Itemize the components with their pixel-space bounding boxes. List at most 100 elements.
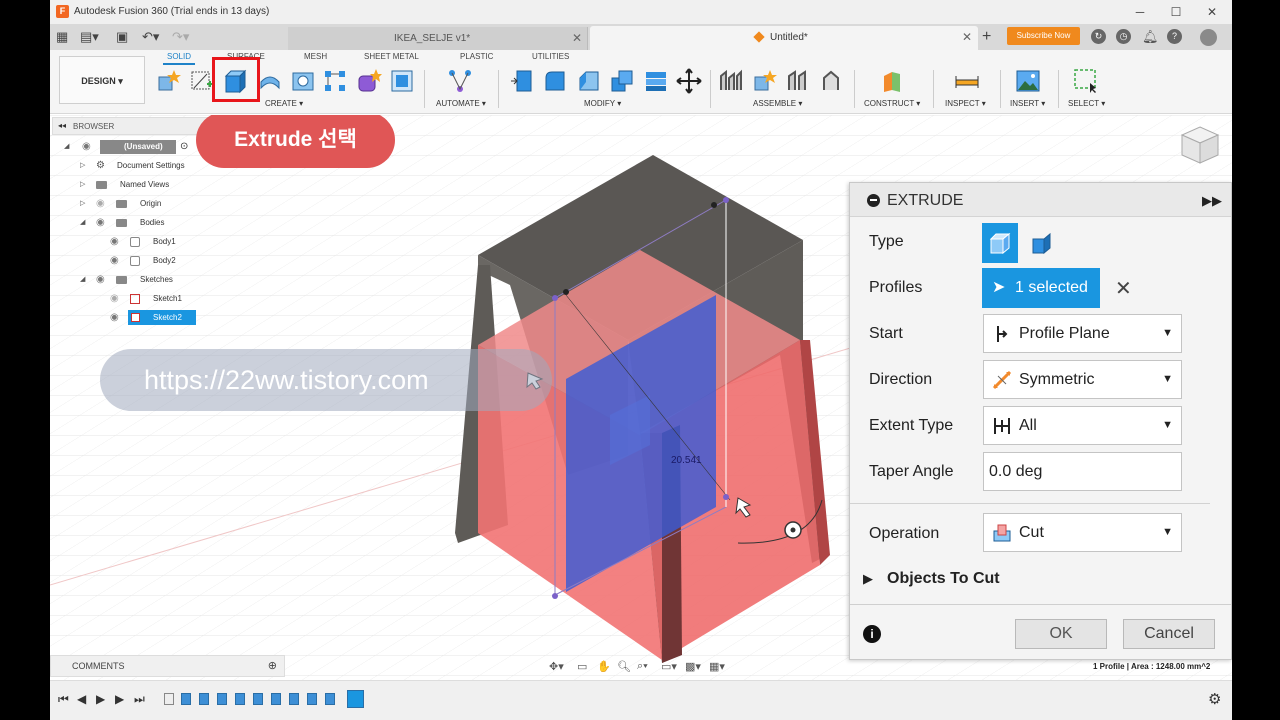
chamfer-icon[interactable]: [576, 68, 602, 94]
maximize-button[interactable]: ☐: [1164, 3, 1188, 21]
joint-origin-icon[interactable]: [818, 68, 844, 94]
sketch-point[interactable]: [711, 202, 717, 208]
combine-icon[interactable]: [643, 68, 669, 94]
select-icon[interactable]: [1073, 68, 1099, 94]
measure-icon[interactable]: [954, 68, 980, 94]
avatar[interactable]: [1200, 29, 1217, 46]
minimize-button[interactable]: ─: [1128, 3, 1152, 21]
press-pull-icon[interactable]: [509, 68, 535, 94]
gear-icon[interactable]: ⚙: [1208, 690, 1221, 708]
pattern-icon[interactable]: [322, 68, 348, 94]
new-tab-icon[interactable]: +: [982, 24, 991, 50]
viewports-icon[interactable]: ▦▾: [709, 660, 725, 673]
new-component-assemble-icon[interactable]: [751, 68, 777, 94]
profiles-selection[interactable]: ➤ 1 selected: [982, 268, 1100, 308]
eye-icon[interactable]: ◉: [110, 234, 119, 250]
look-at-icon[interactable]: ▭: [577, 660, 587, 673]
close-tab-icon[interactable]: ✕: [572, 31, 582, 45]
derive-icon[interactable]: [389, 68, 415, 94]
expand-icon[interactable]: ▷: [80, 196, 85, 212]
expand-dialog-icon[interactable]: ▶▶: [1202, 193, 1222, 209]
assemble-menu[interactable]: ASSEMBLE ▾: [753, 99, 802, 108]
modify-menu[interactable]: MODIFY ▾: [584, 99, 621, 108]
construct-plane-icon[interactable]: [880, 68, 906, 94]
tab-solid[interactable]: SOLID: [163, 52, 196, 65]
close-tab-icon[interactable]: ✕: [962, 30, 972, 44]
file-menu-icon[interactable]: ▤▾: [80, 24, 99, 50]
timeline-feature[interactable]: [289, 693, 299, 705]
dialog-header[interactable]: EXTRUDE ▶▶: [850, 183, 1231, 217]
view-cube[interactable]: [1178, 123, 1222, 167]
3d-viewport[interactable]: 20.541 ◂◂ BROWSER ◢ ◉ (Unsaved) ⊙ ▷ ⚙ Do…: [50, 115, 1232, 680]
visual-style-icon[interactable]: ▩▾: [685, 660, 701, 673]
timeline-sketch-feature[interactable]: [164, 693, 174, 705]
type-one-side-button[interactable]: [982, 223, 1018, 263]
timeline-feature[interactable]: [217, 693, 227, 705]
clear-selection-icon[interactable]: ✕: [1115, 276, 1132, 301]
extent-type-dropdown[interactable]: All ▼: [983, 406, 1182, 445]
select-menu[interactable]: SELECT ▾: [1068, 99, 1105, 108]
sketch-point[interactable]: [552, 593, 558, 599]
inspect-menu[interactable]: INSPECT ▾: [945, 99, 986, 108]
taper-angle-input[interactable]: 0.0 deg: [983, 452, 1182, 491]
eye-hidden-icon[interactable]: ◉: [110, 291, 119, 307]
construct-menu[interactable]: CONSTRUCT ▾: [864, 99, 920, 108]
undo-icon[interactable]: ↶▾: [142, 24, 159, 50]
design-workspace-button[interactable]: DESIGN ▾: [59, 56, 145, 104]
sketch-point[interactable]: [563, 289, 569, 295]
as-built-joint-icon[interactable]: [785, 68, 811, 94]
start-dropdown[interactable]: Profile Plane ▼: [983, 314, 1182, 353]
expand-icon[interactable]: ▷: [80, 177, 85, 193]
objects-to-cut-section[interactable]: ▶ Objects To Cut: [863, 569, 1063, 591]
sketch-point[interactable]: [723, 197, 729, 203]
add-comment-icon[interactable]: ⊕: [268, 659, 277, 672]
revolve-icon[interactable]: [257, 68, 283, 94]
eye-icon[interactable]: ◉: [110, 253, 119, 269]
comments-panel[interactable]: COMMENTS ⊕: [50, 655, 285, 677]
fillet-icon[interactable]: [542, 68, 568, 94]
redo-icon[interactable]: ↷▾: [172, 24, 189, 50]
activate-icon[interactable]: ⊙: [180, 139, 188, 155]
orbit-icon[interactable]: ✥▾: [549, 660, 564, 673]
insert-image-icon[interactable]: [1015, 68, 1041, 94]
sketch-point[interactable]: [552, 295, 558, 301]
eye-hidden-icon[interactable]: ◉: [96, 196, 105, 212]
timeline-feature[interactable]: [307, 693, 317, 705]
expand-icon[interactable]: ◢: [80, 272, 85, 288]
expand-icon[interactable]: ◢: [64, 139, 69, 155]
timeline-marker[interactable]: [347, 690, 364, 708]
automate-icon[interactable]: [447, 68, 473, 94]
form-icon[interactable]: [356, 68, 382, 94]
step-forward-icon[interactable]: ▶: [115, 692, 124, 706]
display-settings-icon[interactable]: ▭▾: [661, 660, 677, 673]
create-menu[interactable]: CREATE ▾: [265, 99, 303, 108]
timeline-feature[interactable]: [181, 693, 191, 705]
hole-icon[interactable]: [290, 68, 316, 94]
new-component-icon[interactable]: [155, 68, 181, 94]
ok-button[interactable]: OK: [1015, 619, 1107, 649]
extensions-icon[interactable]: ↻: [1091, 29, 1106, 44]
go-to-start-icon[interactable]: ⏮: [58, 692, 69, 707]
play-icon[interactable]: ▶: [96, 692, 105, 706]
joint-icon[interactable]: [718, 68, 744, 94]
eye-icon[interactable]: ◉: [110, 310, 119, 326]
timeline-feature[interactable]: [199, 693, 209, 705]
go-to-end-icon[interactable]: ⏭: [134, 692, 145, 707]
job-status-icon[interactable]: ◷: [1116, 29, 1131, 44]
expand-icon[interactable]: ▷: [80, 158, 85, 174]
tab-mesh[interactable]: MESH: [304, 52, 327, 61]
tab-utilities[interactable]: UTILITIES: [532, 52, 569, 61]
timeline-feature[interactable]: [325, 693, 335, 705]
zoom-window-icon[interactable]: ⌕▾: [637, 660, 648, 673]
timeline-feature[interactable]: [271, 693, 281, 705]
app-grid-icon[interactable]: ▦: [56, 24, 68, 50]
timeline-feature[interactable]: [253, 693, 263, 705]
automate-menu[interactable]: AUTOMATE ▾: [436, 99, 486, 108]
dimension-label[interactable]: 20.541: [671, 455, 702, 466]
expand-icon[interactable]: ◢: [80, 215, 85, 231]
timeline-feature[interactable]: [235, 693, 245, 705]
step-back-icon[interactable]: ◀: [77, 692, 86, 706]
subscribe-button[interactable]: Subscribe Now: [1007, 27, 1080, 45]
move-copy-icon[interactable]: [676, 68, 702, 94]
tab-untitled[interactable]: Untitled* ✕: [590, 26, 978, 50]
